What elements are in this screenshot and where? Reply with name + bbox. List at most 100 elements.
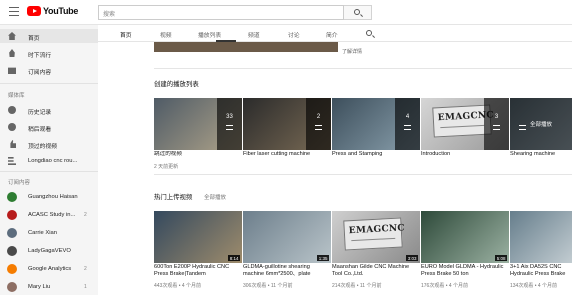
playlist-count-overlay: 4 [395, 98, 420, 150]
subscription-item[interactable]: Google Analytics 2 [0, 262, 98, 276]
channel-tabs: 首页 视频 播放列表 频道 讨论 简介 [98, 25, 572, 42]
video-title[interactable]: EURO Model GLDMA - Hydraulic Press Brake… [421, 264, 509, 278]
playlist-icon [404, 125, 411, 130]
top-bar: YouTube 搜索 [0, 0, 572, 25]
search-button[interactable] [344, 5, 372, 20]
subscription-label: Guangzhou Haisan [28, 194, 78, 200]
upload-thumbnail[interactable]: 5:08 [421, 211, 509, 263]
top-video-strip [154, 42, 338, 52]
playlist-count: 2 [316, 114, 321, 120]
tab-0[interactable]: 首页 [120, 30, 132, 39]
playlist-title[interactable]: Shearing machine [510, 151, 572, 158]
sidebar-divider [0, 171, 98, 172]
playlist-icon [8, 157, 16, 165]
clock-icon [8, 123, 16, 131]
duration-badge: 3:03 [406, 255, 418, 261]
thumbs-up-icon [10, 140, 16, 148]
tab-1[interactable]: 视频 [160, 30, 172, 39]
subscription-item[interactable]: Guangzhou Haisan [0, 190, 98, 204]
search-input[interactable]: 搜索 [98, 5, 344, 20]
playlist-thumbnail[interactable]: 全部播放 [510, 98, 572, 150]
playlist-icon [519, 125, 526, 130]
video-title[interactable]: 600Ton E200P Hydraulic CNC Press Brake|T… [154, 264, 242, 278]
channel-content: 了解详情 创建的播放列表 热门上传视频 全部播放 33 跳过的视频 2 天前更新 2 F… [98, 42, 572, 295]
playlists-title[interactable]: 创建的播放列表 [154, 79, 199, 88]
home-icon [8, 32, 16, 40]
channel-avatar [7, 192, 17, 202]
video-title[interactable]: GLDMA-guillotine shearing machine 6mm*25… [243, 264, 331, 278]
subscription-label: Carrie Xian [28, 230, 57, 236]
channel-avatar [7, 246, 17, 256]
subscription-item[interactable]: ACASC Study in... 2 [0, 208, 98, 222]
playlist-count-overlay: 2 [306, 98, 331, 150]
sidebar-item-label: 时下流行 [28, 53, 52, 59]
sidebar-item[interactable]: 稍后观看 [0, 120, 98, 134]
sidebar-item-label: 稍后观看 [28, 127, 52, 133]
subscriptions-heading: 订阅内容 [8, 180, 31, 186]
sidebar: 首页 时下流行 订阅内容 媒体库 历史记录 稍后观看 顶过的视频 Longdiao cnc r… [0, 25, 98, 295]
sign-text: EMAGCNC [348, 223, 406, 237]
sidebar-item-label: Longdiao cnc rou... [28, 158, 78, 164]
playlist-thumbnail[interactable]: EMAGCNC 3 [421, 98, 509, 150]
sidebar-item[interactable]: 历史记录 [0, 103, 98, 117]
emagcnc-sign: EMAGCNC [343, 217, 405, 251]
sidebar-item-label: 订阅内容 [28, 70, 52, 76]
upload-thumbnail[interactable]: EMAGCNC 3:03 [332, 211, 420, 263]
playlist-icon [493, 125, 500, 130]
playlist-title[interactable]: Introduction [421, 151, 509, 158]
sidebar-item[interactable]: 时下流行 [0, 46, 98, 60]
playlist-thumbnail[interactable]: 4 [332, 98, 420, 150]
sidebar-item[interactable]: 首页 [0, 29, 98, 43]
subscription-item[interactable]: LadyGagaVEVO [0, 244, 98, 258]
subscription-item[interactable]: Mary Liu 1 [0, 280, 98, 294]
playlist-thumbnail[interactable]: 2 [243, 98, 331, 150]
section-divider [154, 174, 572, 175]
playlist-count: 4 [405, 114, 410, 120]
tab-5[interactable]: 简介 [326, 30, 338, 39]
video-meta: 443次观看 • 4 个月前 [154, 283, 202, 289]
menu-icon[interactable] [9, 7, 19, 16]
sidebar-item-label: 历史记录 [28, 110, 52, 116]
upload-thumbnail[interactable] [510, 211, 572, 263]
playlist-title[interactable]: 跳过的视频 [154, 151, 242, 158]
tab-4[interactable]: 讨论 [288, 30, 300, 39]
channel-avatar [7, 282, 17, 292]
subscription-item[interactable]: Carrie Xian [0, 226, 98, 240]
new-count-badge: 2 [84, 212, 87, 218]
sign-rule [440, 124, 485, 129]
playlist-title[interactable]: Fiber laser cutting machine [243, 151, 331, 158]
youtube-logo[interactable]: YouTube [27, 6, 78, 16]
section-divider [154, 68, 572, 69]
subscription-label: Google Analytics [28, 266, 72, 272]
new-count-badge: 1 [84, 284, 87, 290]
playlist-title[interactable]: Press and Stamping [332, 151, 420, 158]
video-meta: 214次观看 • 11 个月前 [332, 283, 382, 289]
subscription-label: ACASC Study in... [28, 212, 76, 218]
video-title[interactable]: Maanshan Gilde CNC Machine Tool Co.,Ltd. [332, 264, 420, 278]
channel-avatar [7, 210, 17, 220]
uploads-title[interactable]: 热门上传视频 [154, 192, 192, 201]
subscription-label: Mary Liu [28, 284, 51, 290]
duration-badge: 5:08 [495, 255, 507, 261]
video-title[interactable]: 3+1 Aix DA52S CNC Hydraulic Press Brake [510, 264, 572, 278]
playlist-thumbnail[interactable]: 33 [154, 98, 242, 150]
play-all-link[interactable]: 全部播放 [204, 193, 226, 201]
duration-badge: 8:14 [228, 255, 240, 261]
playlist-meta: 2 天前更新 [154, 164, 179, 170]
subscription-label: LadyGagaVEVO [28, 248, 71, 254]
sign-rule [351, 237, 396, 242]
upload-thumbnail[interactable]: 8:14 [154, 211, 242, 263]
learn-more-link[interactable]: 了解详情 [342, 48, 362, 55]
tab-3[interactable]: 频道 [248, 30, 260, 39]
channel-search-icon[interactable] [366, 30, 372, 36]
upload-thumbnail[interactable]: 1:35 [243, 211, 331, 263]
channel-avatar [7, 228, 17, 238]
sidebar-item[interactable]: 订阅内容 [0, 63, 98, 77]
sidebar-item[interactable]: Longdiao cnc rou... [0, 154, 98, 168]
history-icon [8, 106, 16, 114]
subscriptions-icon [8, 67, 16, 74]
sidebar-item[interactable]: 顶过的视频 [0, 137, 98, 151]
tab-2[interactable]: 播放列表 [198, 30, 221, 39]
playlist-icon [315, 125, 322, 130]
logo-text: YouTube [43, 6, 79, 16]
